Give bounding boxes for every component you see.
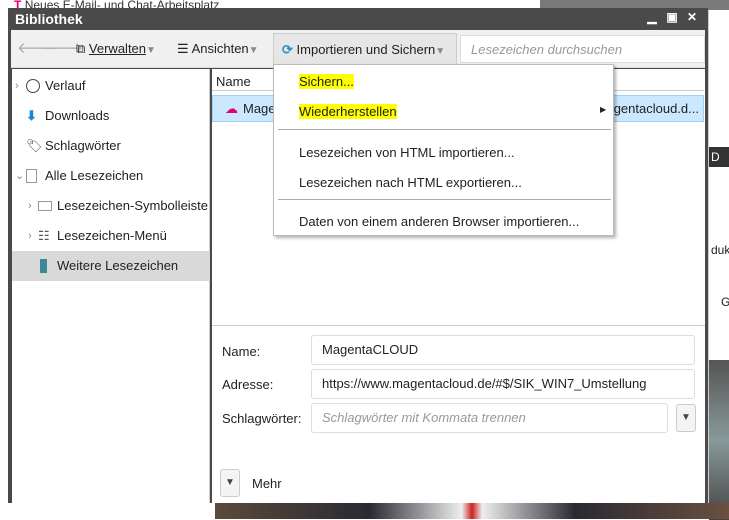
cloud-icon: ☁ [225,101,238,116]
views-label: Ansichten [191,41,249,56]
menu-separator [278,129,611,130]
menu-label: Wiederherstellen [299,104,397,119]
bookmark-icon [40,259,47,273]
menu-label: Sichern... [299,74,354,89]
menu-separator [278,199,611,200]
name-label: Name: [222,344,261,359]
import-export-icon: ⟳ [282,42,293,57]
toolbar-icon [38,201,52,211]
search-input[interactable]: Lesezeichen durchsuchen [460,35,705,63]
sidebar-label: Lesezeichen-Symbolleiste [57,198,209,213]
address-label: Adresse: [222,377,274,392]
tags-field[interactable]: Schlagwörter mit Kommata trennen [311,403,668,433]
window-title: Bibliothek [15,11,83,27]
sidebar-item-other-bookmarks[interactable]: Weitere Lesezeichen [12,251,210,281]
sidebar-item-tags[interactable]: 🏷 Schlagwörter [12,131,210,161]
address-field[interactable]: https://www.magentacloud.de/#$/SIK_WIN7_… [311,369,695,399]
menu-item-import-browser[interactable]: Daten von einem anderen Browser importie… [299,214,579,229]
copy-icon: ⧉ [76,41,86,56]
manage-button[interactable]: ⧉ Verwalten▼ [76,39,156,61]
details-pane: Name: MagentaCLOUD Adresse: https://www.… [212,325,705,503]
sidebar-label: Schlagwörter [45,138,121,153]
background-page: D duk G [708,10,729,520]
views-button[interactable]: ☰ Ansichten▼ [177,39,259,61]
maximize-icon[interactable]: ▣ [664,10,680,24]
import-backup-menu: Sichern... Wiederherstellen ▶ Lesezeiche… [273,64,614,236]
sidebar-item-all-bookmarks[interactable]: ⌄ Alle Lesezeichen [12,161,210,191]
tag-icon: 🏷 [26,138,43,153]
background-photo [215,503,729,519]
menu-label: Lesezeichen von HTML importieren... [299,145,515,160]
more-toggle-button[interactable]: ▼ [220,469,240,497]
bg-fragment: D [709,147,729,167]
sidebar-label: Weitere Lesezeichen [57,258,179,273]
menu-item-backup[interactable]: Sichern... [299,74,354,89]
more-label[interactable]: Mehr [252,476,282,491]
import-backup-button[interactable]: ⟳ Importieren und Sichern▼ [273,33,457,65]
menu-item-import-html[interactable]: Lesezeichen von HTML importieren... [299,145,515,160]
bg-photo [709,360,729,520]
minimize-icon[interactable]: ▁ [644,10,660,24]
tags-dropdown-button[interactable]: ▼ [676,404,696,432]
sidebar-label: Downloads [45,108,110,123]
sidebar-item-history[interactable]: › Verlauf [12,71,210,101]
submenu-arrow-icon: ▶ [600,105,607,114]
tags-label: Schlagwörter: [222,411,302,426]
bg-fragment: duk [711,243,729,257]
toolbar: 🡐 🡒 ⧉ Verwalten▼ ☰ Ansichten▼ ⟳ Importie… [11,30,705,68]
import-backup-label: Importieren und Sichern [296,42,436,57]
menu-item-restore[interactable]: Wiederherstellen [299,104,397,119]
list-icon: ☰ [177,41,189,56]
name-field[interactable]: MagentaCLOUD [311,335,695,365]
clock-icon [26,79,40,93]
close-icon[interactable]: ✕ [684,10,700,24]
menu-label: Lesezeichen nach HTML exportieren... [299,175,522,190]
manage-label: Verwalten [88,41,147,56]
menu-label: Daten von einem anderen Browser importie… [299,214,580,229]
bg-fragment: G [721,295,729,309]
sidebar-label: Alle Lesezeichen [45,168,144,183]
sidebar-tree: › Verlauf ⬇ Downloads 🏷 Schlagwörter ⌄ Alle … [12,69,210,503]
sidebar-item-bookmarks-menu[interactable]: › ☷ Lesezeichen-Menü [12,221,210,251]
menu-icon: ☷ [38,228,50,243]
sidebar-label: Lesezeichen-Menü [57,228,167,243]
menu-item-export-html[interactable]: Lesezeichen nach HTML exportieren... [299,175,522,190]
bookmarks-icon [26,169,37,183]
sidebar-label: Verlauf [45,78,86,93]
download-icon: ⬇ [26,108,37,123]
sidebar-item-downloads[interactable]: ⬇ Downloads [12,101,210,131]
sidebar-item-bookmarks-toolbar[interactable]: › Lesezeichen-Symbolleiste [12,191,210,221]
